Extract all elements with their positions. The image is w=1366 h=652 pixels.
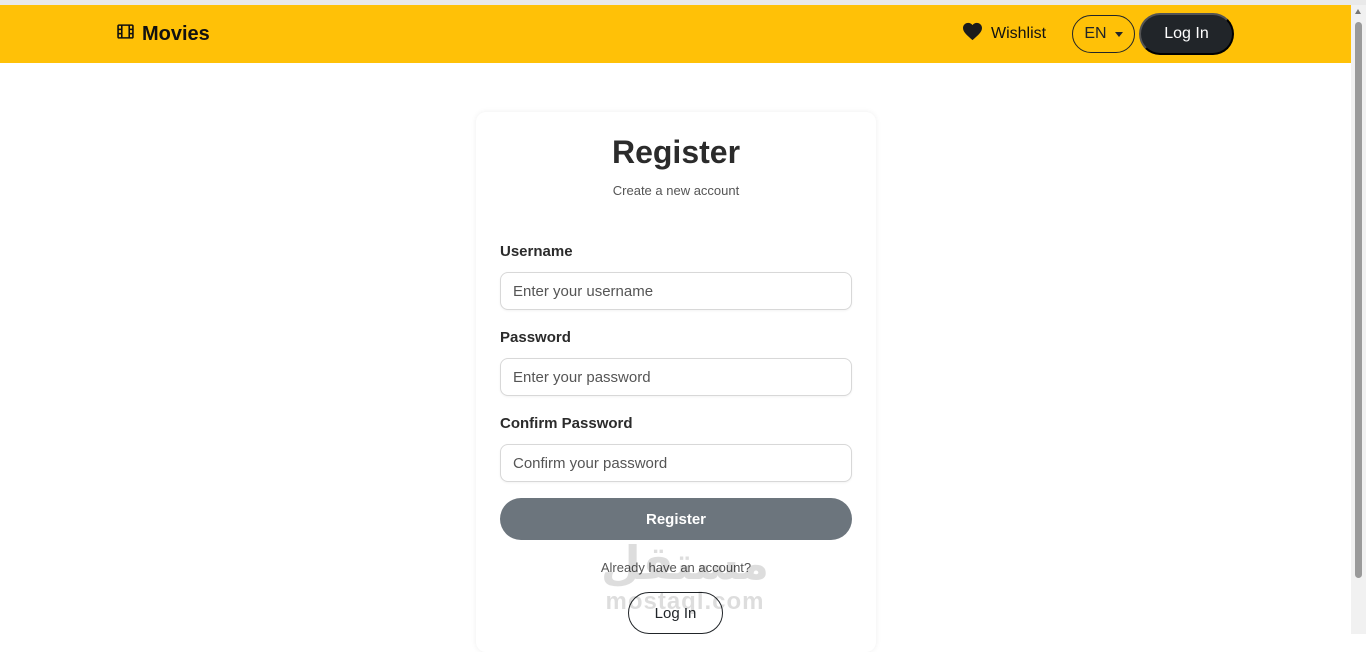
password-input[interactable] (500, 358, 852, 396)
scrollbar-thumb[interactable] (1355, 22, 1362, 578)
language-label: EN (1084, 25, 1107, 42)
username-label: Username (500, 243, 573, 260)
username-input[interactable] (500, 272, 852, 310)
register-card: Register Create a new account Username P… (476, 112, 876, 652)
login-button[interactable]: Log In (628, 592, 723, 634)
film-icon (117, 23, 134, 46)
brand-name: Movies (142, 22, 210, 45)
confirm-password-input[interactable] (500, 444, 852, 482)
language-dropdown[interactable]: EN (1072, 15, 1135, 53)
scroll-up-icon[interactable] (1355, 9, 1361, 14)
caret-down-icon (1114, 32, 1123, 37)
password-label: Password (500, 329, 571, 346)
register-button[interactable]: Register (500, 498, 852, 540)
page-title: Register (611, 134, 741, 170)
brand-link[interactable]: Movies (117, 5, 210, 63)
already-account-text: Already have an account? (600, 560, 752, 575)
nav-login-button[interactable]: Log In (1139, 13, 1234, 55)
wishlist-link[interactable]: Wishlist (962, 5, 1046, 63)
heart-icon (962, 22, 983, 46)
navbar: Movies Wishlist EN Log In (0, 5, 1351, 63)
page-subtitle: Create a new account (612, 183, 740, 198)
wishlist-label: Wishlist (991, 25, 1047, 42)
page-scrollbar[interactable] (1351, 5, 1366, 634)
confirm-password-label: Confirm Password (500, 415, 633, 432)
